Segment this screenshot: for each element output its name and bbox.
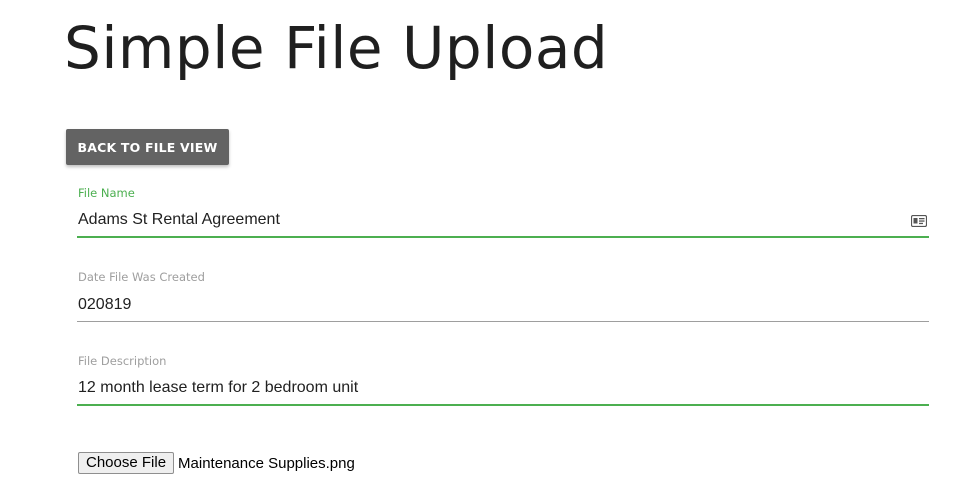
file-name-label: File Name	[78, 186, 135, 200]
file-description-label: File Description	[78, 354, 167, 368]
back-to-file-view-button[interactable]: BACK TO FILE VIEW	[66, 129, 229, 165]
date-created-label: Date File Was Created	[78, 270, 205, 284]
file-description-input[interactable]	[77, 372, 929, 406]
file-name-input[interactable]	[77, 204, 929, 238]
upload-page: Simple File Upload BACK TO FILE VIEW Fil…	[0, 0, 960, 500]
file-name-field: File Name	[77, 186, 929, 246]
page-title: Simple File Upload	[64, 14, 609, 82]
date-created-field: Date File Was Created	[77, 270, 929, 330]
file-description-field: File Description	[77, 354, 929, 414]
date-created-input[interactable]	[77, 288, 929, 322]
choose-file-button[interactable]: Choose File	[78, 452, 175, 474]
file-upload-row: Choose File Maintenance Supplies.png	[78, 452, 355, 474]
contact-card-icon	[911, 215, 927, 227]
selected-file-name: Maintenance Supplies.png	[178, 454, 355, 472]
